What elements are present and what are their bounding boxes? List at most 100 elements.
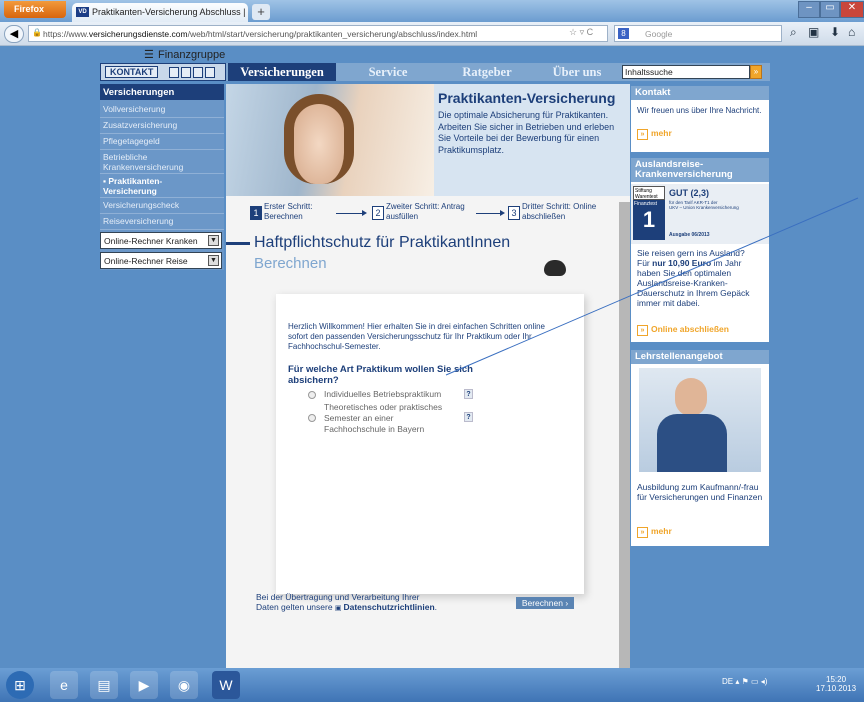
back-button[interactable]: ◀ <box>4 25 24 43</box>
businessman-photo <box>639 368 761 472</box>
address-bar[interactable]: 🔒 https://www.versicherungsdienste.com/w… <box>28 25 608 42</box>
lehrstellen-box: Lehrstellenangebot Ausbildung zum Kaufma… <box>631 350 769 546</box>
reise-box-text: Sie reisen gern ins Ausland? Für nur 10,… <box>637 248 765 308</box>
start-button[interactable]: ⊞ <box>6 671 34 699</box>
stiftung-logo: Stiftung Warentest <box>633 186 665 200</box>
site-search-button[interactable]: » <box>750 65 762 79</box>
close-button[interactable]: ✕ <box>840 1 864 18</box>
woman-photo-icon <box>284 94 354 184</box>
help-icon[interactable]: ? <box>464 412 473 422</box>
nav-service[interactable]: Service <box>336 63 440 81</box>
mail-icon[interactable] <box>193 67 203 78</box>
kontakt-mehr-link[interactable]: » mehr <box>637 128 672 140</box>
site-logo[interactable]: ☰ Finanzgruppe <box>102 47 630 63</box>
lock-icon: 🔒 <box>32 28 42 37</box>
chevron-down-icon: ▼ <box>208 255 219 266</box>
berechnen-label: Berechnen <box>521 598 563 608</box>
radio-fachhochschule[interactable] <box>308 414 316 422</box>
reise-box-title: Auslandsreise- Krankenversicherung <box>631 158 769 182</box>
main-content: Praktikanten-Versicherung Die optimale A… <box>226 84 630 668</box>
step-arrow <box>336 213 362 214</box>
clock-date: 17.10.2013 <box>816 684 857 693</box>
finanztest-mark-icon: 1 <box>642 207 656 232</box>
option-label: Theoretisches oder praktisches Semester … <box>324 402 443 434</box>
firefox-taskbar-icon[interactable]: ◉ <box>170 671 198 699</box>
home-icon[interactable]: ⌂ <box>848 25 855 39</box>
hero-text-panel: Praktikanten-Versicherung Die optimale A… <box>434 84 630 196</box>
online-abschliessen-link[interactable]: » Online abschließen <box>637 324 729 336</box>
arrow-right-icon: » <box>637 325 648 336</box>
mehr-label: mehr <box>651 128 672 138</box>
clock[interactable]: 15:20 17.10.2013 <box>816 675 856 693</box>
sidebar-title[interactable]: Versicherungen <box>100 84 224 100</box>
nav-versicherungen[interactable]: Versicherungen <box>228 63 336 81</box>
online-rechner-kranken-select[interactable]: Online-Rechner Kranken ▼ <box>100 232 222 249</box>
word-taskbar-icon[interactable]: W <box>212 671 240 699</box>
sidebar-item-praktikanten[interactable]: ▪ Praktikanten- Versicherung <box>100 176 224 198</box>
person-body-icon <box>657 414 727 472</box>
search-engine-icon[interactable]: 8 <box>618 28 629 39</box>
maximize-button[interactable]: ▭ <box>820 1 840 18</box>
piggy-bank-icon <box>544 260 566 276</box>
browser-navbar: ◀ 🔒 https://www.versicherungsdienste.com… <box>0 22 864 46</box>
kontakt-link[interactable]: KONTAKT <box>105 66 159 78</box>
step-2-label: Zweiter Schritt: Antrag ausfüllen <box>386 202 465 221</box>
phone-icon[interactable] <box>169 67 179 78</box>
title-accent-bar <box>226 242 250 245</box>
sidebar-item-reiseversicherung[interactable]: Reiseversicherung <box>100 216 224 230</box>
media-taskbar-icon[interactable]: ▶ <box>130 671 158 699</box>
mehr-label: mehr <box>651 526 672 536</box>
language-indicator[interactable]: DE <box>722 677 733 686</box>
new-tab-button[interactable]: + <box>252 4 270 20</box>
sidebar-item-betriebliche[interactable]: Betriebliche Krankenversicherung <box>100 152 224 174</box>
site-search-input[interactable]: Inhaltssuche <box>622 65 750 79</box>
url-path: /web/html/start/versicherung/praktikante… <box>187 29 478 39</box>
step-2-number: 2 <box>372 206 384 220</box>
test-note: für den Tarif AKR-T1 der UKV – Union Kra… <box>669 200 739 210</box>
browser-search-input[interactable]: 8 Google <box>614 25 782 42</box>
form-title: Haftpflichtschutz für PraktikantInnen <box>254 234 511 251</box>
lehrstellen-mehr-link[interactable]: » mehr <box>637 526 672 538</box>
test-grade: GUT (2,3) <box>669 188 710 198</box>
tab-title: Praktikanten-Versicherung Abschluss | V.… <box>92 7 248 17</box>
online-rechner-reise-select[interactable]: Online-Rechner Reise ▼ <box>100 252 222 269</box>
help-icon[interactable]: ? <box>464 389 473 399</box>
arrow-right-icon: » <box>637 129 648 140</box>
nav-ueber-uns[interactable]: Über uns <box>534 63 620 81</box>
system-tray: DE ▴ ⚑ ▭ ◂) <box>722 677 768 686</box>
main-navigation: KONTAKT Versicherungen Service Ratgeber … <box>100 63 770 81</box>
question-heading: Für welche Art Praktikum wollen Sie sich… <box>288 364 473 386</box>
person-head-icon <box>675 378 707 416</box>
radio-betriebspraktikum[interactable] <box>308 391 316 399</box>
kontakt-box-text: Wir freuen uns über Ihre Nachricht. <box>637 106 762 115</box>
minimize-button[interactable]: – <box>798 1 820 18</box>
arrow-right-icon: » <box>637 527 648 538</box>
sitemap-icon[interactable] <box>205 67 215 78</box>
step-3-label: Dritter Schritt: Online abschließen <box>522 202 597 221</box>
nav-ratgeber[interactable]: Ratgeber <box>440 63 534 81</box>
sidebar-item-pflegetagegeld[interactable]: Pflegetagegeld <box>100 136 224 150</box>
explorer-taskbar-icon[interactable]: ▤ <box>90 671 118 699</box>
download-icon[interactable]: ⬇ <box>830 25 840 39</box>
bookmarks-icon[interactable]: ▣ <box>808 25 819 39</box>
ie-taskbar-icon[interactable]: e <box>50 671 78 699</box>
hero-image <box>226 84 434 196</box>
sidebar-item-zusatzversicherung[interactable]: Zusatzversicherung <box>100 120 224 134</box>
reise-box: Auslandsreise- Krankenversicherung Stift… <box>631 158 769 342</box>
privacy-link[interactable]: Datenschutzrichtlinien <box>343 602 434 612</box>
browser-tab[interactable]: VD Praktikanten-Versicherung Abschluss |… <box>72 3 248 22</box>
step-3-number: 3 <box>508 206 520 220</box>
privacy-note: Bei der Übertragung und Verarbeitung Ihr… <box>256 592 438 612</box>
firefox-menu-button[interactable]: Firefox <box>4 1 66 18</box>
kontakt-box: Kontakt Wir freuen uns über Ihre Nachric… <box>631 86 769 152</box>
berechnen-button[interactable]: Berechnen › <box>516 597 574 609</box>
sidebar-item-vollversicherung[interactable]: Vollversicherung <box>100 104 224 118</box>
form-paper: Herzlich Willkommen! Hier erhalten Sie i… <box>276 294 584 594</box>
sidebar-item-versicherungscheck[interactable]: Versicherungscheck <box>100 200 224 214</box>
bookmark-star-icon[interactable]: ☆ ▿ C <box>569 27 593 38</box>
step-1-number: 1 <box>250 206 262 220</box>
search-icon[interactable]: ⌕ <box>790 25 797 40</box>
step-arrow <box>476 213 500 214</box>
intro-text: Herzlich Willkommen! Hier erhalten Sie i… <box>288 322 546 351</box>
print-icon[interactable] <box>181 67 191 78</box>
